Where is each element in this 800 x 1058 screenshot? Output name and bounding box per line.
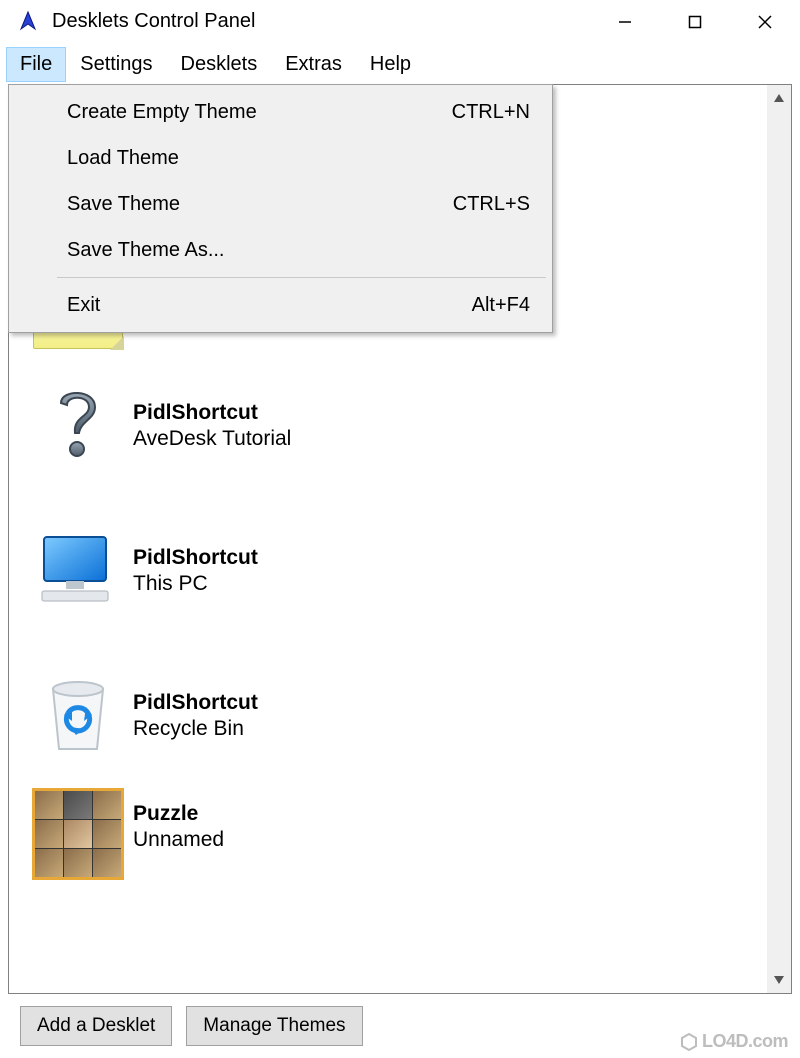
titlebar: Desklets Control Panel bbox=[0, 0, 800, 44]
scroll-down-icon[interactable] bbox=[767, 967, 791, 993]
file-menu-dropdown: Create Empty Theme CTRL+N Load Theme Sav… bbox=[8, 84, 553, 333]
row-title: PidlShortcut bbox=[133, 691, 258, 715]
manage-themes-button[interactable]: Manage Themes bbox=[186, 1006, 362, 1046]
monitor-icon bbox=[23, 531, 133, 611]
menu-separator bbox=[57, 277, 546, 278]
button-bar: Add a Desklet Manage Themes bbox=[20, 1006, 363, 1046]
menu-create-empty-theme[interactable]: Create Empty Theme CTRL+N bbox=[11, 89, 550, 135]
menu-settings[interactable]: Settings bbox=[66, 47, 166, 82]
app-icon bbox=[14, 8, 42, 36]
vertical-scrollbar[interactable] bbox=[767, 85, 791, 993]
close-button[interactable] bbox=[730, 0, 800, 43]
row-subtitle: AveDesk Tutorial bbox=[133, 427, 291, 451]
add-desklet-button[interactable]: Add a Desklet bbox=[20, 1006, 172, 1046]
menu-extras[interactable]: Extras bbox=[271, 47, 356, 82]
menu-exit[interactable]: Exit Alt+F4 bbox=[11, 282, 550, 328]
row-subtitle: Unnamed bbox=[133, 828, 224, 852]
list-item[interactable]: PidlShortcut This PC bbox=[23, 498, 767, 643]
row-subtitle: This PC bbox=[133, 572, 258, 596]
row-title: PidlShortcut bbox=[133, 546, 258, 570]
maximize-button[interactable] bbox=[660, 0, 730, 43]
recycle-bin-icon bbox=[23, 673, 133, 759]
menu-help[interactable]: Help bbox=[356, 47, 425, 82]
question-icon bbox=[23, 381, 133, 471]
minimize-button[interactable] bbox=[590, 0, 660, 43]
menu-desklets[interactable]: Desklets bbox=[167, 47, 272, 82]
menu-file[interactable]: File bbox=[6, 47, 66, 82]
menu-save-theme-as[interactable]: Save Theme As... bbox=[11, 227, 550, 273]
watermark: LO4D.com bbox=[680, 1031, 788, 1052]
row-title: PidlShortcut bbox=[133, 401, 291, 425]
menu-save-theme[interactable]: Save Theme CTRL+S bbox=[11, 181, 550, 227]
window-title: Desklets Control Panel bbox=[52, 10, 590, 33]
row-title: Puzzle bbox=[133, 802, 224, 826]
list-item[interactable]: PidlShortcut Recycle Bin bbox=[23, 643, 767, 788]
puzzle-icon bbox=[23, 788, 133, 880]
list-item[interactable]: PidlShortcut AveDesk Tutorial bbox=[23, 353, 767, 498]
window-controls bbox=[590, 0, 800, 43]
menu-load-theme[interactable]: Load Theme bbox=[11, 135, 550, 181]
menubar: File Settings Desklets Extras Help bbox=[0, 44, 800, 84]
list-item[interactable]: Puzzle Unnamed bbox=[23, 788, 767, 888]
row-subtitle: Recycle Bin bbox=[133, 717, 258, 741]
scroll-up-icon[interactable] bbox=[767, 85, 791, 111]
